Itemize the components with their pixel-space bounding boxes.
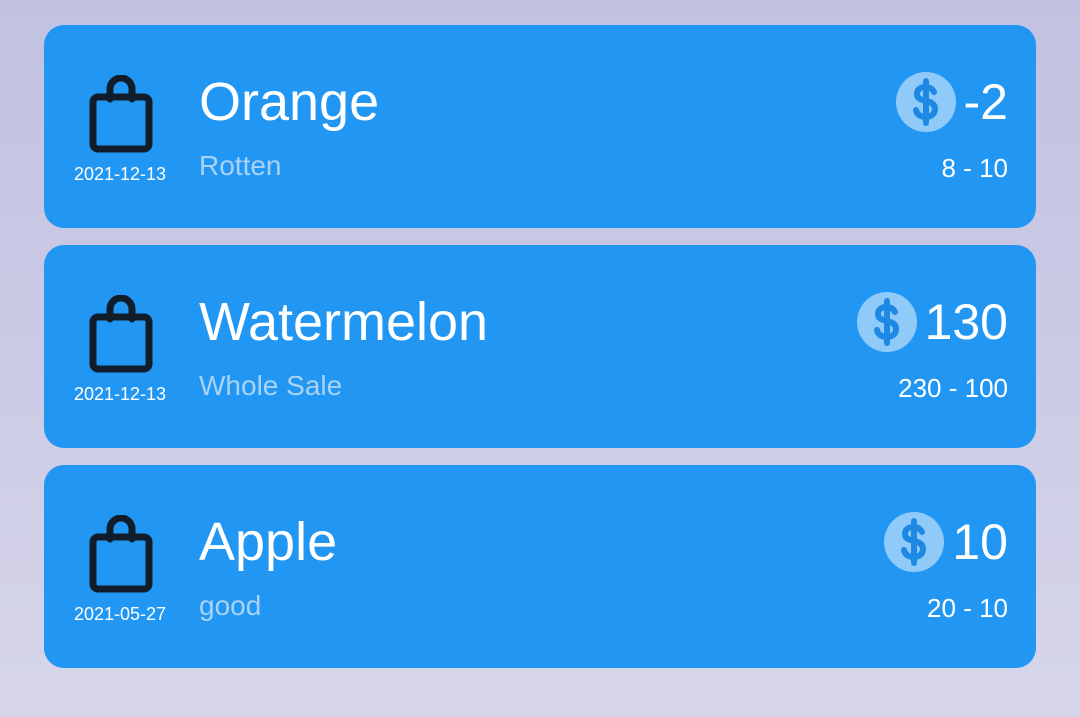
amount-group: 10 xyxy=(884,511,1008,573)
transaction-name: Apple xyxy=(199,512,338,572)
transaction-date: 2021-12-13 xyxy=(73,384,167,404)
transaction-range: 20 - 10 xyxy=(927,593,1008,623)
amount-group: 130 xyxy=(856,291,1008,353)
transaction-amount: -2 xyxy=(963,74,1008,130)
transaction-note: Rotten xyxy=(199,150,282,181)
transaction-amount: 10 xyxy=(952,514,1008,570)
dollar-circle-icon xyxy=(884,512,945,572)
transaction-list: 2021-12-13 Orange Rotten -2 8 - 10 2021-… xyxy=(44,25,1036,685)
transaction-range: 230 - 100 xyxy=(898,373,1008,403)
transaction-card[interactable]: 2021-12-13 Orange Rotten -2 8 - 10 xyxy=(44,25,1036,228)
transaction-card[interactable]: 2021-12-13 Watermelon Whole Sale 130 230… xyxy=(44,245,1036,448)
transaction-date: 2021-05-27 xyxy=(73,604,167,624)
dollar-circle-icon xyxy=(895,72,956,132)
transaction-name: Watermelon xyxy=(199,292,489,352)
shopping-bag-icon xyxy=(88,515,154,595)
amount-group: -2 xyxy=(895,71,1008,133)
transaction-amount: 130 xyxy=(924,294,1008,350)
transaction-name: Orange xyxy=(199,72,380,132)
transaction-range: 8 - 10 xyxy=(941,153,1009,183)
transaction-date: 2021-12-13 xyxy=(73,164,167,184)
shopping-bag-icon xyxy=(88,295,154,375)
transaction-note: good xyxy=(199,590,262,621)
transaction-note: Whole Sale xyxy=(199,370,343,401)
dollar-circle-icon xyxy=(856,292,917,352)
shopping-bag-icon xyxy=(88,75,154,155)
transaction-card[interactable]: 2021-05-27 Apple good 10 20 - 10 xyxy=(44,465,1036,668)
